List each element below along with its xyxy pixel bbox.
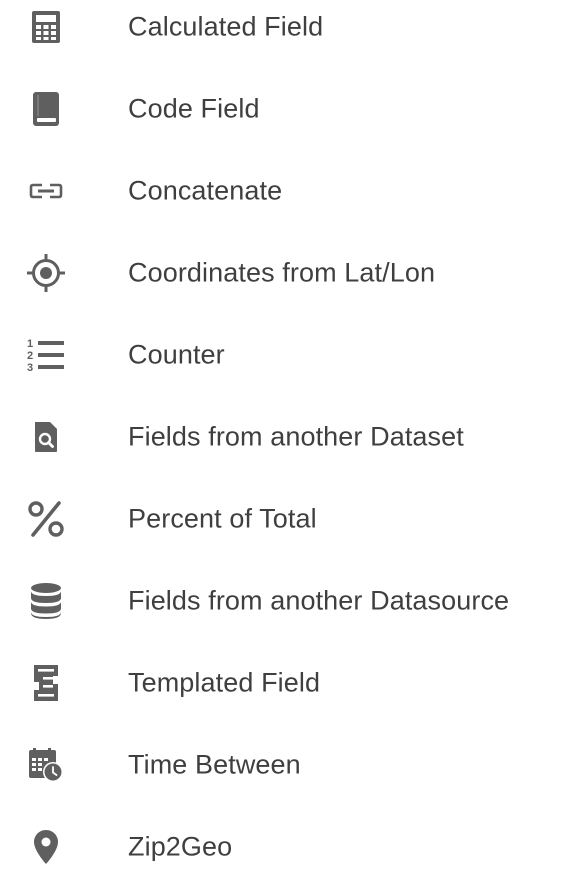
svg-text:3: 3 [27, 362, 33, 373]
file-search-icon [20, 411, 72, 463]
template-icon [20, 657, 72, 709]
menu-item-time-between[interactable]: Time Between [0, 724, 568, 806]
menu-item-counter[interactable]: 1 2 3 Counter [0, 314, 568, 396]
menu-item-label: Fields from another Datasource [128, 585, 510, 616]
menu-item-zip2geo[interactable]: Zip2Geo [0, 806, 568, 888]
menu-item-label: Time Between [128, 749, 301, 780]
menu-item-concatenate[interactable]: Concatenate [0, 150, 568, 232]
menu-item-templated-field[interactable]: Templated Field [0, 642, 568, 724]
menu-item-label: Coordinates from Lat/Lon [128, 257, 436, 288]
svg-text:1: 1 [27, 338, 33, 350]
menu-item-label: Fields from another Dataset [128, 421, 464, 452]
calculator-icon [20, 1, 72, 53]
menu-item-calculated-field[interactable]: Calculated Field [0, 0, 568, 68]
field-type-menu: Calculated Field Code Field Concatenate [0, 0, 568, 864]
link-icon [20, 165, 72, 217]
menu-item-fields-from-another-datasource[interactable]: Fields from another Datasource [0, 560, 568, 642]
map-pin-icon [20, 821, 72, 873]
menu-item-label: Code Field [128, 93, 260, 124]
menu-item-percent-of-total[interactable]: Percent of Total [0, 478, 568, 560]
book-icon [20, 83, 72, 135]
database-icon [20, 575, 72, 627]
menu-item-label: Concatenate [128, 175, 283, 206]
calendar-clock-icon [20, 739, 72, 791]
menu-item-fields-from-another-dataset[interactable]: Fields from another Dataset [0, 396, 568, 478]
menu-item-coordinates-from-lat-lon[interactable]: Coordinates from Lat/Lon [0, 232, 568, 314]
svg-text:2: 2 [27, 350, 33, 362]
menu-item-label: Counter [128, 339, 225, 370]
menu-item-label: Calculated Field [128, 11, 324, 42]
menu-item-label: Percent of Total [128, 503, 317, 534]
percent-icon [20, 493, 72, 545]
menu-item-code-field[interactable]: Code Field [0, 68, 568, 150]
numbered-list-icon: 1 2 3 [20, 329, 72, 381]
crosshair-icon [20, 247, 72, 299]
menu-item-label: Templated Field [128, 667, 321, 698]
